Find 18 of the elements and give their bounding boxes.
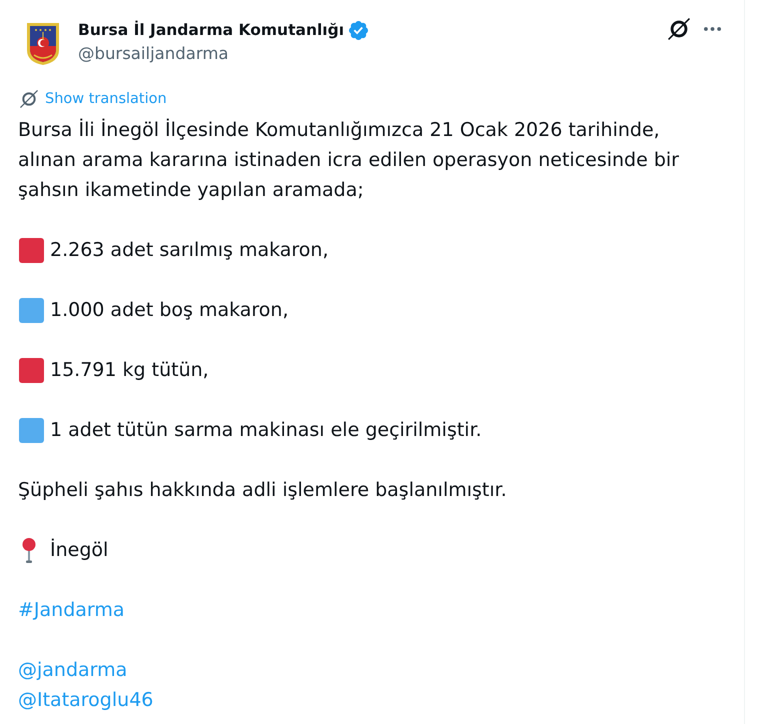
list-item-text: 2.263 adet sarılmış makaron, — [50, 238, 329, 263]
mention-link[interactable]: @jandarma — [18, 655, 128, 685]
more-icon[interactable] — [704, 27, 721, 31]
list-item-text: 15.791 kg tütün, — [50, 358, 209, 383]
slashed-circle-icon[interactable] — [668, 18, 690, 40]
list-item-text: 1 adet tütün sarma makinası ele geçirilmiştir. — [50, 418, 482, 443]
pin-icon — [20, 538, 38, 562]
shield-emblem-icon[interactable] — [26, 22, 60, 66]
show-translation-link[interactable]: Show translation — [45, 88, 167, 110]
account-handle[interactable]: @bursailjandarma — [78, 42, 229, 66]
location-text: İnegöl — [50, 538, 108, 563]
account-name[interactable]: Bursa İl Jandarma Komutanlığı — [78, 18, 344, 42]
slashed-circle-icon — [20, 90, 38, 108]
post-text: Bursa İli İnegöl İlçesinde Komutanlığımızca 21 Ocak 2026 tarihinde, alınan arama kararına istinaden icra edilen operasyon neticesinde bir şahsın ikametinde yapılan aramada; — [18, 118, 680, 203]
list-item-text: 1.000 adet boş makaron, — [50, 298, 289, 323]
mention-link[interactable]: @Itataroglu46 — [18, 685, 154, 715]
post-text: Şüpheli şahıs hakkında adli işlemlere başlanılmıştır. — [18, 478, 508, 503]
hashtag-link[interactable]: #Jandarma — [18, 599, 125, 621]
